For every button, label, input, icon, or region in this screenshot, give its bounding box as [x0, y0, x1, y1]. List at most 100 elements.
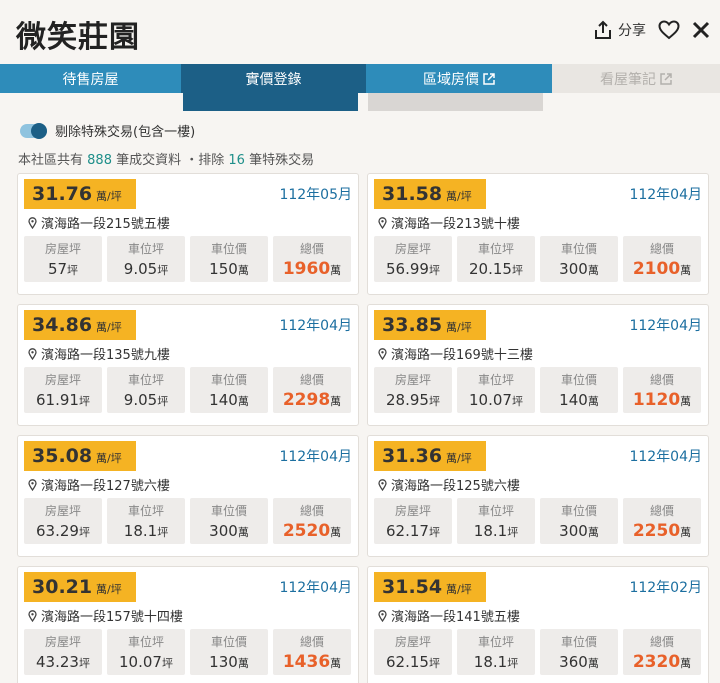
transaction-card[interactable]: 31.58 萬/坪 112年04月 濱海路一段213號十樓 房屋坪 56.99坪 車位坪 20… [367, 173, 709, 295]
house-area-stat: 房屋坪 61.91坪 [24, 367, 102, 413]
stat-value: 140萬 [190, 391, 268, 409]
total-price-stat: 總價 2298萬 [273, 367, 351, 413]
close-button[interactable] [692, 21, 710, 39]
transaction-card[interactable]: 33.85 萬/坪 112年04月 濱海路一段169號十三樓 房屋坪 28.95坪 車位坪 1… [367, 304, 709, 426]
parking-area-stat: 車位坪 18.1坪 [457, 498, 535, 544]
parking-area-value: 18.1 [473, 653, 508, 671]
location-pin-icon [378, 609, 387, 622]
tab-viewing-notes: 看屋筆記 [552, 64, 720, 93]
tab-for-sale[interactable]: 待售房屋 [0, 64, 181, 93]
stat-label: 總價 [649, 504, 674, 518]
stats-row: 房屋坪 63.29坪 車位坪 18.1坪 車位價 300萬 總價 2520萬 [24, 498, 351, 544]
share-button[interactable]: 分享 [594, 20, 646, 40]
stat-label: 房屋坪 [394, 504, 431, 518]
transaction-card[interactable]: 34.86 萬/坪 112年04月 濱海路一段135號九樓 房屋坪 61.91坪 車位坪 9.… [17, 304, 359, 426]
unit-label: 萬/坪 [96, 583, 122, 596]
total-price-stat: 總價 1960萬 [273, 236, 351, 282]
tab-transactions[interactable]: 實價登錄 [181, 64, 366, 93]
subtab-strip[interactable] [368, 93, 543, 111]
parking-price-value: 300 [209, 522, 238, 540]
external-link-icon [483, 72, 495, 85]
stat-label: 車位價 [560, 242, 597, 256]
address-text: 濱海路一段157號十四樓 [41, 610, 183, 625]
unit-price: 31.36 [382, 445, 443, 467]
header-actions: 分享 [594, 20, 710, 40]
ping-unit: 坪 [161, 657, 173, 670]
total-price-stat: 總價 1436萬 [273, 629, 351, 675]
total-price-value: 2320 [632, 652, 681, 672]
stats-row: 房屋坪 56.99坪 車位坪 20.15坪 車位價 300萬 總價 2100萬 [374, 236, 701, 282]
address-text: 濱海路一段213號十樓 [391, 217, 520, 232]
parking-price-stat: 車位價 140萬 [540, 367, 618, 413]
parking-price-stat: 車位價 140萬 [190, 367, 268, 413]
deal-date: 112年04月 [279, 449, 352, 465]
toggle-knob [31, 122, 47, 139]
stat-value: 2100萬 [623, 259, 701, 279]
house-area-value: 63.29 [36, 522, 79, 540]
ping-unit: 坪 [78, 657, 90, 670]
exclude-toggle[interactable] [20, 122, 47, 139]
transaction-card[interactable]: 30.21 萬/坪 112年04月 濱海路一段157號十四樓 房屋坪 43.23坪 車位坪 1… [17, 566, 359, 683]
location-pin-icon [28, 478, 37, 491]
stat-value: 28.95坪 [374, 391, 452, 409]
wan-unit: 萬 [237, 395, 249, 408]
transaction-card[interactable]: 35.08 萬/坪 112年04月 濱海路一段127號六樓 房屋坪 63.29坪 車位坪 18… [17, 435, 359, 557]
deal-date: 112年02月 [629, 580, 702, 596]
address-text: 濱海路一段127號六樓 [41, 479, 170, 494]
unit-price-badge: 33.85 萬/坪 [374, 310, 486, 340]
subtab-active-strip[interactable] [183, 93, 358, 111]
page-title: 微笑莊園 [16, 20, 140, 55]
total-price-value: 1436 [282, 652, 331, 672]
total-price-stat: 總價 2100萬 [623, 236, 701, 282]
parking-area-stat: 車位坪 18.1坪 [107, 498, 185, 544]
address: 濱海路一段157號十四樓 [28, 606, 183, 625]
address: 濱海路一段125號六樓 [378, 475, 520, 494]
ping-unit: 坪 [428, 657, 440, 670]
ping-unit: 坪 [157, 264, 169, 277]
parking-area-value: 10.07 [469, 391, 512, 409]
stat-value: 2520萬 [273, 521, 351, 541]
stat-value: 9.05坪 [107, 391, 185, 409]
transaction-card[interactable]: 31.76 萬/坪 112年05月 濱海路一段215號五樓 房屋坪 57坪 車位坪 9.05坪… [17, 173, 359, 295]
unit-label: 萬/坪 [446, 321, 472, 334]
stat-value: 2298萬 [273, 390, 351, 410]
stat-label: 房屋坪 [44, 504, 81, 518]
unit-price: 31.54 [382, 576, 443, 598]
deal-date: 112年04月 [629, 449, 702, 465]
stat-value: 20.15坪 [457, 260, 535, 278]
house-area-stat: 房屋坪 62.17坪 [374, 498, 452, 544]
stat-value: 56.99坪 [374, 260, 452, 278]
unit-price-badge: 34.86 萬/坪 [24, 310, 136, 340]
unit-price-badge: 35.08 萬/坪 [24, 441, 136, 471]
parking-price-value: 130 [209, 653, 238, 671]
stat-value: 61.91坪 [24, 391, 102, 409]
tab-area-prices[interactable]: 區域房價 [366, 64, 552, 93]
unit-label: 萬/坪 [96, 452, 122, 465]
wan-unit: 萬 [680, 395, 692, 408]
parking-area-value: 9.05 [123, 260, 158, 278]
address-text: 濱海路一段169號十三樓 [391, 348, 533, 363]
excluded-count: 16 [228, 153, 245, 168]
stat-label: 總價 [299, 242, 324, 256]
parking-area-stat: 車位坪 9.05坪 [107, 367, 185, 413]
ping-unit: 坪 [157, 395, 169, 408]
ping-unit: 坪 [428, 526, 440, 539]
unit-label: 萬/坪 [96, 190, 122, 203]
unit-price: 35.08 [32, 445, 93, 467]
stat-value: 2320萬 [623, 652, 701, 672]
transaction-card[interactable]: 31.54 萬/坪 112年02月 濱海路一段141號五樓 房屋坪 62.15坪 車位坪 18… [367, 566, 709, 683]
unit-label: 萬/坪 [446, 583, 472, 596]
address: 濱海路一段127號六樓 [28, 475, 170, 494]
ping-unit: 坪 [511, 395, 523, 408]
unit-price: 33.85 [382, 314, 443, 336]
favorite-button[interactable] [658, 20, 680, 40]
stat-value: 62.15坪 [374, 653, 452, 671]
stat-value: 62.17坪 [374, 522, 452, 540]
tab-label: 看屋筆記 [600, 71, 656, 88]
total-price-value: 2298 [282, 390, 331, 410]
wan-unit: 萬 [587, 657, 599, 670]
parking-price-stat: 車位價 130萬 [190, 629, 268, 675]
parking-area-stat: 車位坪 10.07坪 [457, 367, 535, 413]
transaction-card[interactable]: 31.36 萬/坪 112年04月濱海路一段125號六樓房屋坪 62.17坪 車位坪 18… [367, 435, 709, 557]
unit-label: 萬/坪 [446, 452, 472, 465]
